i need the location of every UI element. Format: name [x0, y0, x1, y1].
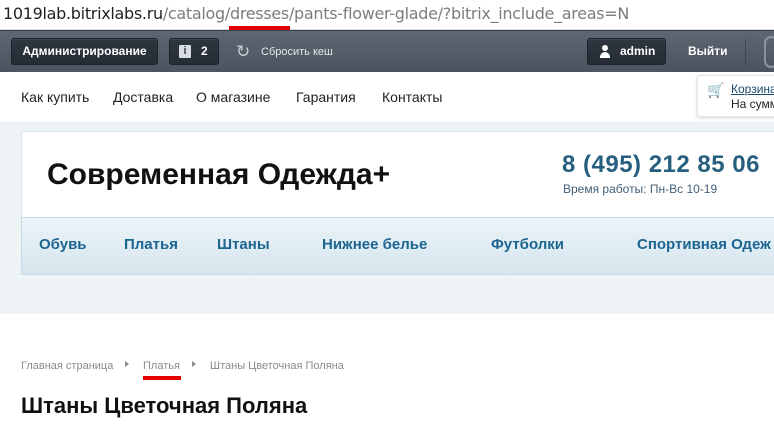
breadcrumb-dresses[interactable]: Платья	[143, 360, 180, 372]
cart-sum: На сумм	[731, 97, 774, 111]
site-title[interactable]: Современная Одежда+	[47, 158, 390, 192]
url-path-prefix: /catalog/	[162, 4, 230, 23]
refresh-icon: ↻	[236, 42, 251, 62]
top-link-how-to-buy[interactable]: Как купить	[21, 89, 89, 105]
cart-link[interactable]: Корзина	[731, 82, 774, 96]
catalog-nav-shoes[interactable]: Обувь	[39, 236, 87, 253]
catalog-nav-tshirts[interactable]: Футболки	[491, 236, 564, 253]
cart-widget[interactable]: 🛒 Корзина На сумм	[697, 75, 774, 117]
top-link-contacts[interactable]: Контакты	[382, 89, 442, 105]
cart-icon: 🛒	[707, 82, 725, 98]
top-link-about[interactable]: О магазине	[196, 89, 270, 105]
user-icon	[599, 45, 611, 58]
phone-number: 8 (495) 212 85 06	[562, 151, 760, 178]
working-hours: Время работы: Пн-Вс 10-19	[563, 182, 718, 196]
admin-toggle-button[interactable]	[764, 36, 774, 68]
top-menu: Как купить Доставка О магазине Гарантия …	[0, 72, 774, 122]
breadcrumb-home[interactable]: Главная страница	[21, 360, 113, 372]
url-highlighted-segment: dresses	[229, 4, 289, 23]
top-link-warranty[interactable]: Гарантия	[296, 89, 356, 105]
logout-link[interactable]: Выйти	[688, 31, 728, 73]
user-button[interactable]: admin	[587, 38, 666, 65]
admin-panel: Администрирование i 2 ↻ Сбросить кеш admi…	[0, 30, 774, 72]
catalog-nav-underwear[interactable]: Нижнее белье	[322, 236, 427, 253]
url-host: 1019lab.bitrixlabs.ru	[3, 4, 163, 23]
url-text[interactable]: 1019lab.bitrixlabs.ru/catalog/dresses/pa…	[3, 4, 629, 23]
catalog-nav-dresses[interactable]: Платья	[124, 236, 178, 253]
catalog-nav-pants[interactable]: Штаны	[217, 236, 270, 253]
user-name: admin	[620, 44, 656, 58]
notifications-count: 2	[201, 44, 208, 58]
browser-page: 1019lab.bitrixlabs.ru/catalog/dresses/pa…	[0, 0, 774, 424]
annotation-underline	[143, 376, 181, 380]
clear-cache-button[interactable]: ↻ Сбросить кеш	[236, 42, 333, 62]
url-path-rest: /pants-flower-glade/?bitrix_include_area…	[288, 4, 630, 23]
info-icon: i	[179, 45, 191, 58]
breadcrumb-current: Штаны Цветочная Поляна	[210, 360, 344, 372]
page-title: Штаны Цветочная Поляна	[21, 393, 308, 418]
top-link-delivery[interactable]: Доставка	[113, 89, 173, 105]
clear-cache-label: Сбросить кеш	[261, 46, 333, 58]
breadcrumb-arrow-icon	[192, 361, 196, 367]
admin-separator	[745, 39, 746, 65]
address-bar[interactable]: 1019lab.bitrixlabs.ru/catalog/dresses/pa…	[0, 0, 774, 30]
catalog-nav-sportswear[interactable]: Спортивная Одеж	[637, 236, 771, 253]
admin-button[interactable]: Администрирование	[11, 38, 158, 65]
breadcrumb-arrow-icon	[125, 361, 129, 367]
notifications-button[interactable]: i 2	[169, 38, 219, 65]
